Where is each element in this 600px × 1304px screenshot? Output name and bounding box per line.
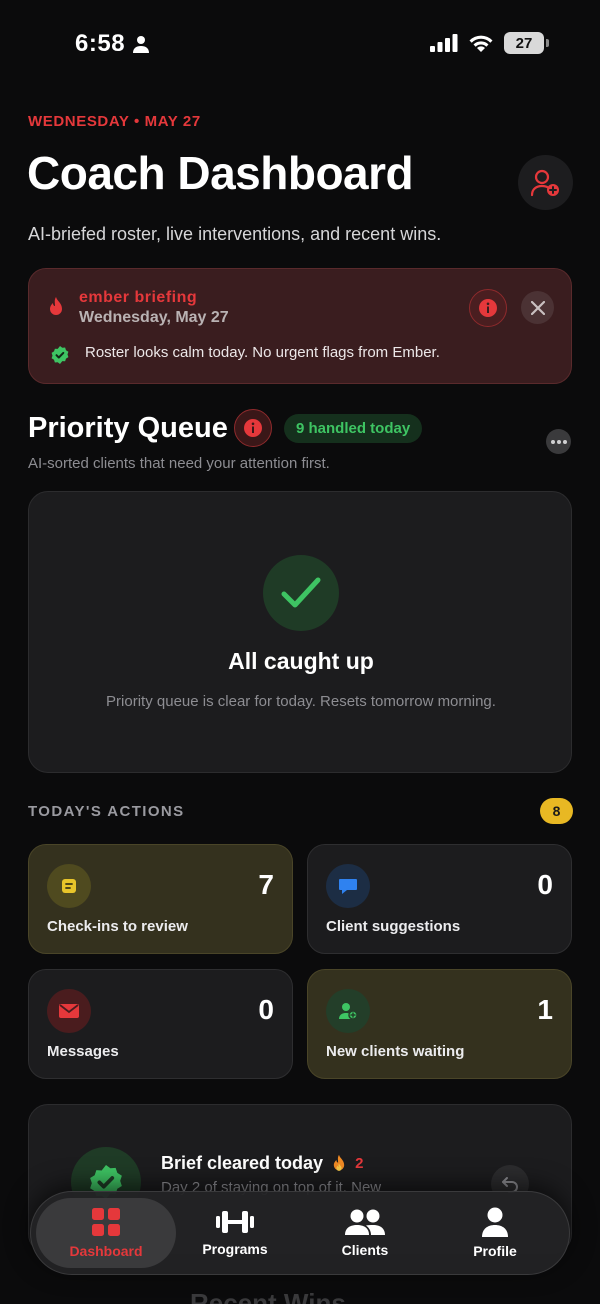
- action-card-client-suggestions[interactable]: 0 Client suggestions: [307, 844, 572, 954]
- caught-up-description: Priority queue is clear for today. Reset…: [106, 693, 496, 710]
- more-options-button[interactable]: [546, 429, 571, 454]
- briefing-message: Roster looks calm today. No urgent flags…: [85, 344, 440, 361]
- user-plus-icon: [326, 989, 370, 1033]
- tab-label: Dashboard: [69, 1243, 143, 1259]
- info-icon: [479, 299, 497, 317]
- streak-count: 2: [355, 1155, 364, 1172]
- add-client-button[interactable]: [518, 155, 573, 210]
- page-subtitle: AI-briefed roster, live interventions, a…: [28, 224, 442, 244]
- briefing-title: ember briefing: [79, 289, 198, 306]
- tab-dashboard[interactable]: Dashboard: [36, 1198, 176, 1268]
- tab-clients[interactable]: Clients: [295, 1198, 435, 1268]
- briefing-date: Wednesday, May 27: [79, 309, 229, 326]
- envelope-icon: [47, 989, 91, 1033]
- page-title: Coach Dashboard: [27, 147, 414, 199]
- signal-icon: [430, 34, 458, 52]
- priority-queue-subtitle: AI-sorted clients that need your attenti…: [28, 455, 330, 472]
- user-plus-icon: [530, 169, 559, 196]
- person-icon: [482, 1207, 508, 1237]
- todays-actions-header: TODAY'S ACTIONS: [28, 803, 185, 820]
- briefing-info-button[interactable]: [469, 289, 507, 327]
- action-label: Client suggestions: [326, 918, 461, 935]
- tab-profile[interactable]: Profile: [425, 1198, 565, 1268]
- tab-programs[interactable]: Programs: [165, 1198, 305, 1268]
- wifi-icon: [469, 35, 493, 52]
- close-icon: [530, 300, 545, 315]
- fire-icon: [333, 1154, 345, 1171]
- clipboard-icon: [47, 864, 91, 908]
- status-time: 6:58: [75, 30, 150, 58]
- ember-briefing-card: ember briefing Wednesday, May 27 Roster …: [28, 268, 572, 384]
- priority-queue-info-button[interactable]: [234, 409, 272, 447]
- recent-wins-title: Recent Wins: [190, 1288, 346, 1304]
- tab-label: Clients: [341, 1242, 389, 1258]
- all-caught-up-card: All caught up Priority queue is clear fo…: [28, 491, 572, 773]
- date-label: WEDNESDAY • MAY 27: [28, 113, 201, 130]
- action-count: 7: [258, 869, 274, 900]
- action-card-new-clients[interactable]: 1 New clients waiting: [307, 969, 572, 1079]
- tab-bar: Dashboard Programs Clients Profile: [30, 1191, 570, 1275]
- priority-queue-title: Priority Queue: [28, 412, 228, 444]
- battery-icon: 27: [504, 32, 549, 54]
- action-card-messages[interactable]: 0 Messages: [28, 969, 293, 1079]
- checkmark-icon: [263, 555, 339, 631]
- verified-check-icon: [51, 346, 69, 364]
- status-time-text: 6:58: [75, 30, 126, 57]
- action-label: Check-ins to review: [47, 918, 188, 935]
- action-count: 1: [537, 994, 553, 1025]
- action-count: 0: [537, 869, 553, 900]
- person-status-icon: [133, 36, 150, 53]
- brief-cleared-title-text: Brief cleared today: [161, 1153, 324, 1173]
- chat-bubble-icon: [326, 864, 370, 908]
- status-indicators: 27: [430, 32, 549, 54]
- brief-cleared-title: Brief cleared today 2: [161, 1153, 363, 1174]
- tab-label: Profile: [473, 1243, 517, 1259]
- battery-level: 27: [515, 34, 533, 52]
- briefing-close-button[interactable]: [521, 291, 554, 324]
- action-label: New clients waiting: [326, 1043, 465, 1060]
- action-card-check-ins[interactable]: 7 Check-ins to review: [28, 844, 293, 954]
- info-icon: [244, 419, 262, 437]
- flame-icon: [50, 297, 62, 315]
- grid-icon: [92, 1208, 120, 1236]
- users-icon: [345, 1209, 385, 1235]
- action-label: Messages: [47, 1043, 119, 1060]
- dumbbell-icon: [216, 1211, 254, 1233]
- caught-up-title: All caught up: [228, 648, 374, 674]
- handled-today-badge: 9 handled today: [284, 414, 423, 443]
- tab-label: Programs: [202, 1241, 268, 1257]
- action-count: 0: [258, 994, 274, 1025]
- actions-count-badge: 8: [540, 798, 573, 824]
